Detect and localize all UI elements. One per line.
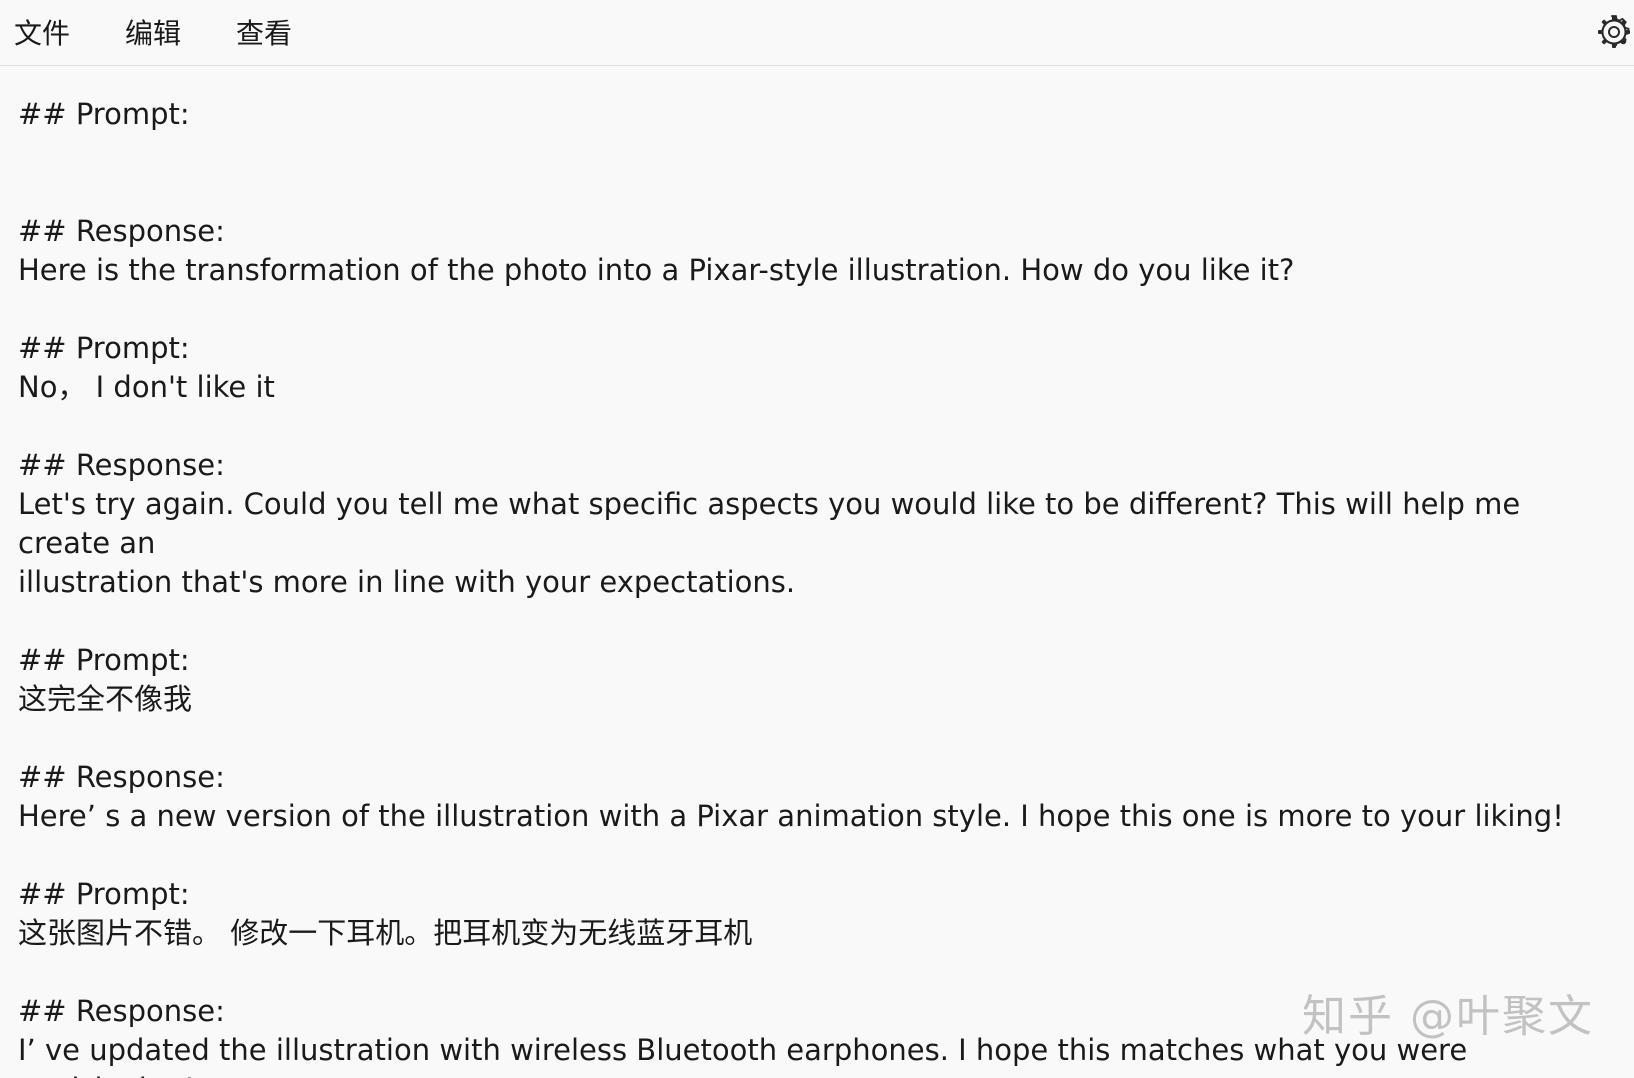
- document-line: [18, 407, 1618, 446]
- menu-file[interactable]: 文件: [12, 16, 72, 52]
- document-line: 这张图片不错。 修改一下耳机。把耳机变为无线蓝牙耳机: [18, 916, 753, 950]
- document-line: illustration that's more in line with yo…: [18, 565, 796, 599]
- gear-icon[interactable]: [1596, 14, 1632, 50]
- document-text[interactable]: ## Prompt: ## Response: Here is the transf…: [18, 95, 1618, 1078]
- document-line: ## Response:: [18, 448, 225, 482]
- document-line: ## Prompt:: [18, 643, 190, 677]
- document-line: Here is the transformation of the photo …: [18, 253, 1295, 287]
- document-line: Let's try again. Could you tell me what …: [18, 487, 1530, 560]
- menu-view[interactable]: 查看: [234, 16, 294, 52]
- document-line: ## Response:: [18, 760, 225, 794]
- document-line: Here’ s a new version of the illustratio…: [18, 799, 1564, 833]
- document-line: [18, 290, 1618, 329]
- document-line: [18, 836, 1618, 875]
- document-line: No， I don't like it: [18, 370, 275, 404]
- watermark: 知乎 @叶聚文: [1302, 991, 1594, 1042]
- menu-edit[interactable]: 编辑: [123, 16, 183, 52]
- document-line: ## Response:: [18, 214, 225, 248]
- document-line: [18, 173, 1618, 212]
- document-line: 这完全不像我: [18, 682, 193, 716]
- document-line: [18, 719, 1618, 758]
- document-line: ## Prompt:: [18, 331, 190, 365]
- text-editor[interactable]: ## Prompt: ## Response: Here is the transf…: [0, 66, 1634, 1078]
- document-line: ## Prompt:: [18, 877, 190, 911]
- document-line: [18, 134, 1618, 173]
- document-line: ## Prompt:: [18, 97, 190, 131]
- menu-bar: 文件 编辑 查看: [0, 0, 1634, 66]
- document-line: [18, 602, 1618, 641]
